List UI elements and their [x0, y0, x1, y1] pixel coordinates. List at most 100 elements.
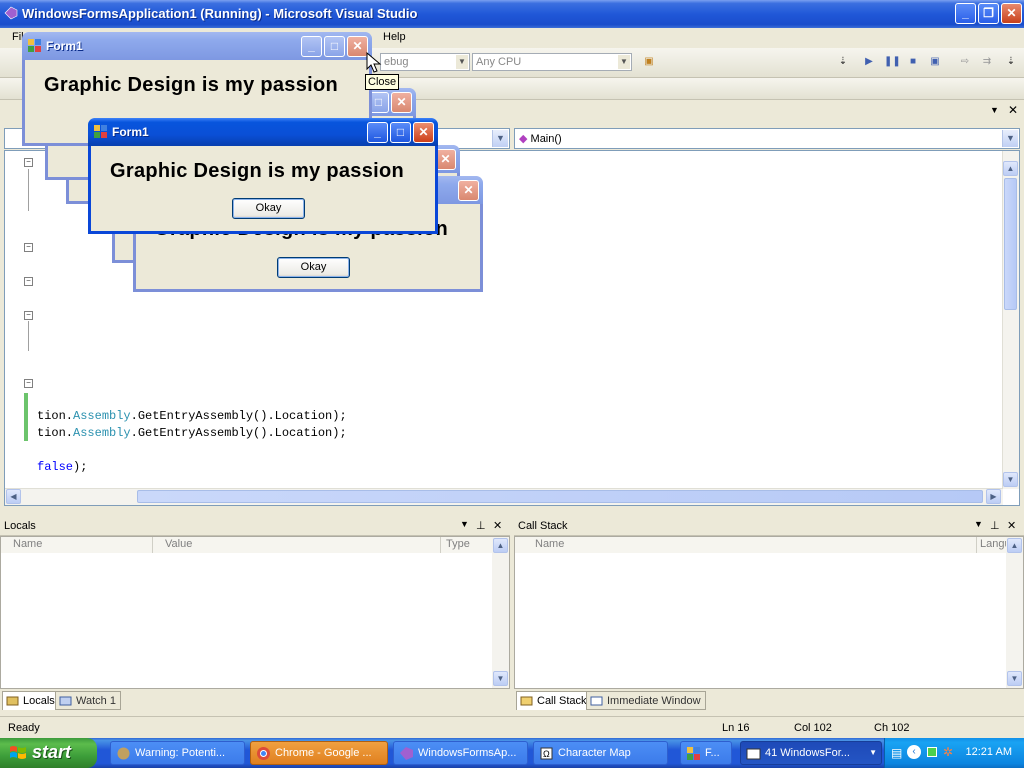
column-header-value[interactable]: Value [153, 537, 441, 553]
callstack-scrollbar[interactable]: ▲ ▼ [1006, 537, 1023, 688]
okay-button[interactable]: Okay [232, 198, 305, 219]
step-into-icon[interactable]: ⇉ [980, 56, 994, 68]
restart-icon[interactable]: ▣ [928, 56, 942, 68]
scroll-left-icon[interactable]: ◀ [6, 489, 21, 504]
pane-close-icon[interactable]: ✕ [493, 519, 502, 532]
clock: 12:21 AM [965, 746, 1012, 758]
pane-menu-icon[interactable]: ▼ [460, 519, 469, 529]
keyboard-icon[interactable]: ▤ [891, 746, 902, 760]
form-close-button[interactable]: ✕ [391, 92, 412, 113]
break-all-icon[interactable]: ❚❚ [884, 56, 901, 68]
member-combo[interactable]: ◆ Main() ▼ [514, 128, 1020, 149]
scroll-thumb[interactable] [137, 490, 983, 503]
scroll-right-icon[interactable]: ▶ [986, 489, 1001, 504]
vertical-scrollbar[interactable]: ▲ ▼ [1002, 151, 1019, 489]
taskbar-item-form[interactable]: F... [680, 741, 732, 765]
scroll-down-icon[interactable]: ▼ [1003, 472, 1018, 487]
pin-icon[interactable]: ⊥ [990, 519, 1000, 532]
column-header-name[interactable]: Name [1, 537, 153, 553]
form-minimize-button[interactable]: _ [301, 36, 322, 57]
locals-title: Locals [4, 520, 36, 532]
toolbar-overflow-icon[interactable]: ⇣ [1004, 56, 1018, 68]
tab-dropdown-icon[interactable]: ▼ [990, 105, 999, 115]
close-tooltip: Close [365, 74, 400, 90]
locals-grid[interactable]: Name Value Type ▲ ▼ [0, 536, 510, 689]
minimize-button[interactable]: _ [955, 3, 976, 24]
pane-close-icon[interactable]: ✕ [1007, 519, 1016, 532]
tab-call-stack[interactable]: Call Stack [516, 691, 592, 710]
platform-combo[interactable]: Any CPU ▼ [472, 53, 632, 71]
code-line[interactable]: false); [37, 460, 87, 474]
scroll-thumb[interactable] [1004, 178, 1017, 310]
pin-icon[interactable]: ⊥ [476, 519, 486, 532]
scroll-down-icon[interactable]: ▼ [1007, 671, 1022, 686]
code-line[interactable]: tion.Assembly.GetEntryAssembly().Locatio… [37, 409, 347, 423]
tab-immediate-window[interactable]: Immediate Window [586, 691, 706, 710]
collapse-icon[interactable]: − [24, 379, 33, 388]
column-header-name[interactable]: Name [515, 537, 977, 553]
method-icon: ◆ [519, 133, 528, 145]
column-header-type[interactable]: Type [441, 537, 493, 553]
taskbar-item-visual-studio[interactable]: WindowsFormsAp... [393, 741, 528, 765]
tab-close-icon[interactable]: ✕ [1008, 103, 1018, 117]
taskbar-item-windowsforms-group[interactable]: 41 WindowsFor... ▼ [740, 741, 882, 765]
start-button[interactable]: start [0, 738, 97, 768]
form-minimize-button[interactable]: _ [367, 122, 388, 143]
callstack-pane-header: Call Stack ▼ ⊥ ✕ [514, 516, 1024, 536]
chevron-down-icon: ▼ [618, 55, 630, 69]
find-in-files-icon[interactable]: ▣ [642, 56, 656, 68]
callstack-grid[interactable]: Name Langu ▲ ▼ [514, 536, 1024, 689]
taskbar-item-warning[interactable]: Warning: Potenti... [110, 741, 245, 765]
continue-icon[interactable]: ▶ [862, 56, 876, 68]
form1-window-active[interactable]: Form1 _ □ ✕ Graphic Design is my passion… [88, 118, 438, 234]
tab-watch-1[interactable]: Watch 1 [55, 691, 121, 710]
code-line[interactable]: tion.Assembly.GetEntryAssembly().Locatio… [37, 426, 347, 440]
close-button[interactable]: ✕ [1001, 3, 1022, 24]
taskbar-item-character-map[interactable]: Ω Character Map [533, 741, 668, 765]
toolbar-overflow-icon[interactable]: ⇣ [836, 56, 850, 68]
tray-app-icon[interactable]: ✲ [943, 745, 953, 759]
form-maximize-button[interactable]: □ [390, 122, 411, 143]
watch-icon [59, 696, 72, 706]
menu-help[interactable]: Help [383, 31, 406, 43]
collapse-icon[interactable]: − [24, 158, 33, 167]
maximize-button[interactable]: ❐ [978, 3, 999, 24]
status-column: Col 102 [794, 722, 832, 734]
taskbar: start Warning: Potenti... Chrome - Googl… [0, 738, 1024, 768]
status-text: Ready [8, 722, 40, 734]
form1-title-bar[interactable]: Form1 _ □ ✕ [22, 32, 372, 60]
locals-pane-header: Locals ▼ ⊥ ✕ [0, 516, 510, 536]
collapse-icon[interactable]: − [24, 277, 33, 286]
scroll-up-icon[interactable]: ▲ [493, 538, 508, 553]
form-maximize-button[interactable]: □ [324, 36, 345, 57]
form-close-button[interactable]: ✕ [413, 122, 434, 143]
tab-locals[interactable]: Locals [2, 691, 60, 710]
form-close-button[interactable]: ✕ [458, 180, 479, 201]
stop-debugging-icon[interactable]: ■ [906, 56, 920, 68]
collapse-icon[interactable]: − [24, 243, 33, 252]
scroll-up-icon[interactable]: ▲ [1003, 161, 1018, 176]
form-app-icon [687, 747, 700, 760]
taskbar-item-chrome[interactable]: Chrome - Google ... [250, 741, 388, 765]
window-title: WindowsFormsApplication1 (Running) - Mic… [22, 6, 418, 21]
column-header-language[interactable]: Langu [977, 537, 1007, 553]
chevron-down-icon: ▼ [1002, 130, 1018, 147]
locals-scrollbar[interactable]: ▲ ▼ [492, 537, 509, 688]
form-close-button[interactable]: ✕ [347, 36, 368, 57]
okay-button[interactable]: Okay [277, 257, 350, 278]
windows-flag-icon [10, 746, 26, 759]
show-next-statement-icon[interactable]: ⇨ [958, 56, 972, 68]
solution-config-combo[interactable]: ebug ▼ [380, 53, 470, 71]
pane-menu-icon[interactable]: ▼ [974, 519, 983, 529]
scroll-down-icon[interactable]: ▼ [493, 671, 508, 686]
network-icon[interactable] [927, 747, 937, 757]
show-hidden-icons-icon[interactable]: ‹ [907, 745, 921, 759]
form-close-button[interactable]: ✕ [435, 149, 456, 170]
status-char: Ch 102 [874, 722, 910, 734]
horizontal-scrollbar[interactable]: ◀ ▶ [5, 488, 1003, 505]
collapse-icon[interactable]: − [24, 311, 33, 320]
scroll-up-icon[interactable]: ▲ [1007, 538, 1022, 553]
locals-tab-strip: Locals Watch 1 [0, 690, 510, 712]
vs-title-bar[interactable]: WindowsFormsApplication1 (Running) - Mic… [0, 0, 1024, 28]
form1-title-bar[interactable]: Form1 _ □ ✕ [88, 118, 438, 146]
